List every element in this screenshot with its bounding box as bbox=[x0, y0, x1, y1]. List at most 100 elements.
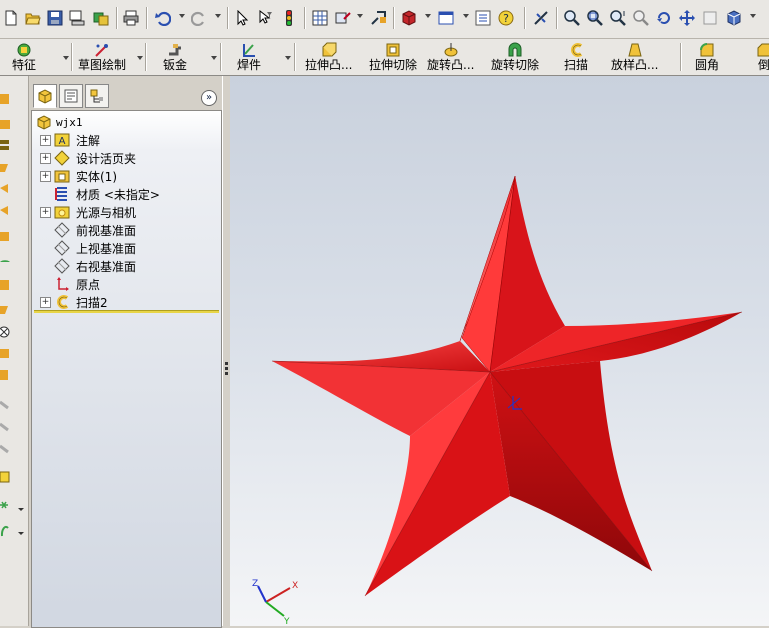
tree-item-design-binder[interactable]: + 设计活页夹 bbox=[32, 149, 217, 167]
svg-text:?: ? bbox=[503, 12, 509, 25]
zoom-area-icon[interactable] bbox=[586, 9, 604, 27]
display-style-icon[interactable] bbox=[725, 9, 743, 27]
tree-item-label: 前视基准面 bbox=[76, 223, 137, 238]
extruded-boss-button[interactable]: 拉伸凸... bbox=[305, 41, 352, 73]
rollback-bar[interactable] bbox=[34, 310, 219, 313]
fillet-button[interactable]: 圆角 bbox=[695, 41, 719, 73]
triad-z-label: Z bbox=[252, 579, 258, 589]
pan-icon[interactable] bbox=[678, 9, 696, 27]
collapse-panel-button[interactable]: » bbox=[201, 90, 217, 106]
zoom-selection-icon[interactable] bbox=[632, 9, 650, 27]
tree-item-lights-cameras[interactable]: + 光源与相机 bbox=[32, 203, 217, 221]
view-triad: X Z Y bbox=[240, 576, 300, 626]
svg-text:A: A bbox=[59, 136, 66, 147]
features-icon bbox=[15, 41, 33, 58]
revolved-cut-icon bbox=[506, 41, 524, 58]
origin-icon bbox=[54, 276, 70, 292]
new-document-icon[interactable] bbox=[2, 9, 20, 27]
features-tab-label: 特征 bbox=[12, 58, 37, 72]
expand-toggle[interactable]: + bbox=[40, 135, 51, 146]
revolved-boss-button[interactable]: 旋转凸... bbox=[427, 41, 474, 73]
tree-item-label: 实体(1) bbox=[76, 169, 117, 184]
graphics-area[interactable]: X Z Y bbox=[230, 76, 769, 626]
tree-item-front-plane[interactable]: 前视基准面 bbox=[32, 221, 217, 239]
sketch-tab[interactable]: 草图绘制 bbox=[78, 41, 126, 73]
measure-icon[interactable] bbox=[532, 9, 550, 27]
feature-tree: wjx1 + A 注解 + 设计活页夹 + 实体(1) 材质 <未指定> + 光… bbox=[31, 110, 222, 628]
design-binder-icon bbox=[54, 150, 70, 166]
red-star-model[interactable] bbox=[271, 175, 743, 597]
tree-item-solid-bodies[interactable]: + 实体(1) bbox=[32, 167, 217, 185]
tree-root-part[interactable]: wjx1 bbox=[32, 113, 217, 131]
print-preview-icon[interactable] bbox=[68, 9, 86, 27]
weldments-dropdown-arrow[interactable] bbox=[285, 56, 291, 60]
redo-icon[interactable] bbox=[190, 9, 208, 27]
tab-feature-tree[interactable] bbox=[33, 84, 57, 108]
tree-item-material[interactable]: 材质 <未指定> bbox=[32, 185, 217, 203]
rotate-view-icon[interactable] bbox=[655, 9, 673, 27]
select-arrow-icon[interactable] bbox=[234, 9, 252, 27]
tree-item-label: 扫描2 bbox=[76, 295, 108, 310]
expand-toggle[interactable]: + bbox=[40, 207, 51, 218]
triad-x-label: X bbox=[292, 581, 298, 591]
revolved-cut-label: 旋转切除 bbox=[491, 58, 540, 72]
sheet-metal-tab[interactable]: 钣金 bbox=[163, 41, 187, 73]
features-tab[interactable]: 特征 bbox=[12, 41, 36, 73]
lights-cameras-icon bbox=[54, 204, 70, 220]
undo-icon[interactable] bbox=[154, 9, 172, 27]
view-3d-icon[interactable] bbox=[701, 9, 719, 27]
swept-boss-icon bbox=[567, 41, 585, 58]
sweep-icon bbox=[54, 294, 70, 310]
sheet-metal-dropdown-arrow[interactable] bbox=[211, 56, 217, 60]
tree-item-label: 原点 bbox=[76, 277, 101, 292]
extruded-cut-button[interactable]: 拉伸切除 bbox=[369, 41, 417, 73]
select-filter-icon[interactable] bbox=[257, 9, 275, 27]
tree-item-label: 材质 <未指定> bbox=[76, 187, 160, 202]
fillet-label: 圆角 bbox=[695, 58, 720, 72]
chamfer-button[interactable]: 倒 bbox=[755, 41, 769, 73]
tree-item-label: 上视基准面 bbox=[76, 241, 137, 256]
features-dropdown-arrow[interactable] bbox=[63, 56, 69, 60]
rebuild-traffic-light-icon[interactable] bbox=[280, 9, 298, 27]
revolved-cut-button[interactable]: 旋转切除 bbox=[491, 41, 539, 73]
expand-toggle[interactable]: + bbox=[40, 153, 51, 164]
zoom-in-out-icon[interactable] bbox=[609, 9, 627, 27]
expand-toggle[interactable]: + bbox=[40, 297, 51, 308]
weldments-tab[interactable]: 焊件 bbox=[237, 41, 261, 73]
view-orientation-icon[interactable] bbox=[437, 9, 455, 27]
options-icon[interactable] bbox=[92, 9, 110, 27]
part-name: wjx1 bbox=[56, 115, 83, 129]
expand-toggle[interactable]: + bbox=[40, 171, 51, 182]
tree-item-sweep2[interactable]: + 扫描2 bbox=[32, 293, 217, 311]
weldments-tab-label: 焊件 bbox=[237, 58, 262, 72]
appearance-cube-icon[interactable] bbox=[400, 9, 418, 27]
properties-list-icon[interactable] bbox=[474, 9, 492, 27]
splitter-grip bbox=[225, 367, 228, 370]
command-manager: 特征 草图绘制 钣金 焊件 拉伸凸... 拉伸切除 旋转凸... 旋转切除 扫描 bbox=[0, 39, 769, 76]
plane-icon bbox=[54, 222, 70, 238]
tree-item-right-plane[interactable]: 右视基准面 bbox=[32, 257, 217, 275]
left-tool-strip bbox=[0, 76, 29, 626]
print-icon[interactable] bbox=[122, 9, 140, 27]
zoom-to-fit-icon[interactable] bbox=[563, 9, 581, 27]
tree-item-annotations[interactable]: + A 注解 bbox=[32, 131, 217, 149]
sketch-tools-icon[interactable] bbox=[334, 9, 352, 27]
lofted-boss-button[interactable]: 放样凸... bbox=[611, 41, 658, 73]
tree-item-origin[interactable]: 原点 bbox=[32, 275, 217, 293]
sheet-metal-tab-label: 钣金 bbox=[163, 58, 188, 72]
grid-icon[interactable] bbox=[311, 9, 329, 27]
sketch-dropdown-arrow[interactable] bbox=[137, 56, 143, 60]
open-folder-icon[interactable] bbox=[24, 9, 42, 27]
help-icon[interactable]: ? bbox=[497, 9, 515, 27]
tab-configuration-manager[interactable] bbox=[85, 84, 109, 108]
tree-item-top-plane[interactable]: 上视基准面 bbox=[32, 239, 217, 257]
part-icon bbox=[36, 114, 52, 130]
save-icon[interactable] bbox=[46, 9, 64, 27]
chamfer-label: 倒 bbox=[757, 58, 769, 72]
explode-view-icon[interactable] bbox=[370, 9, 388, 27]
swept-boss-button[interactable]: 扫描 bbox=[564, 41, 588, 73]
tree-item-label: 设计活页夹 bbox=[76, 151, 137, 166]
sketch-tab-label: 草图绘制 bbox=[78, 58, 127, 72]
tab-property-manager[interactable] bbox=[59, 84, 83, 108]
splitter-grip bbox=[225, 362, 228, 365]
